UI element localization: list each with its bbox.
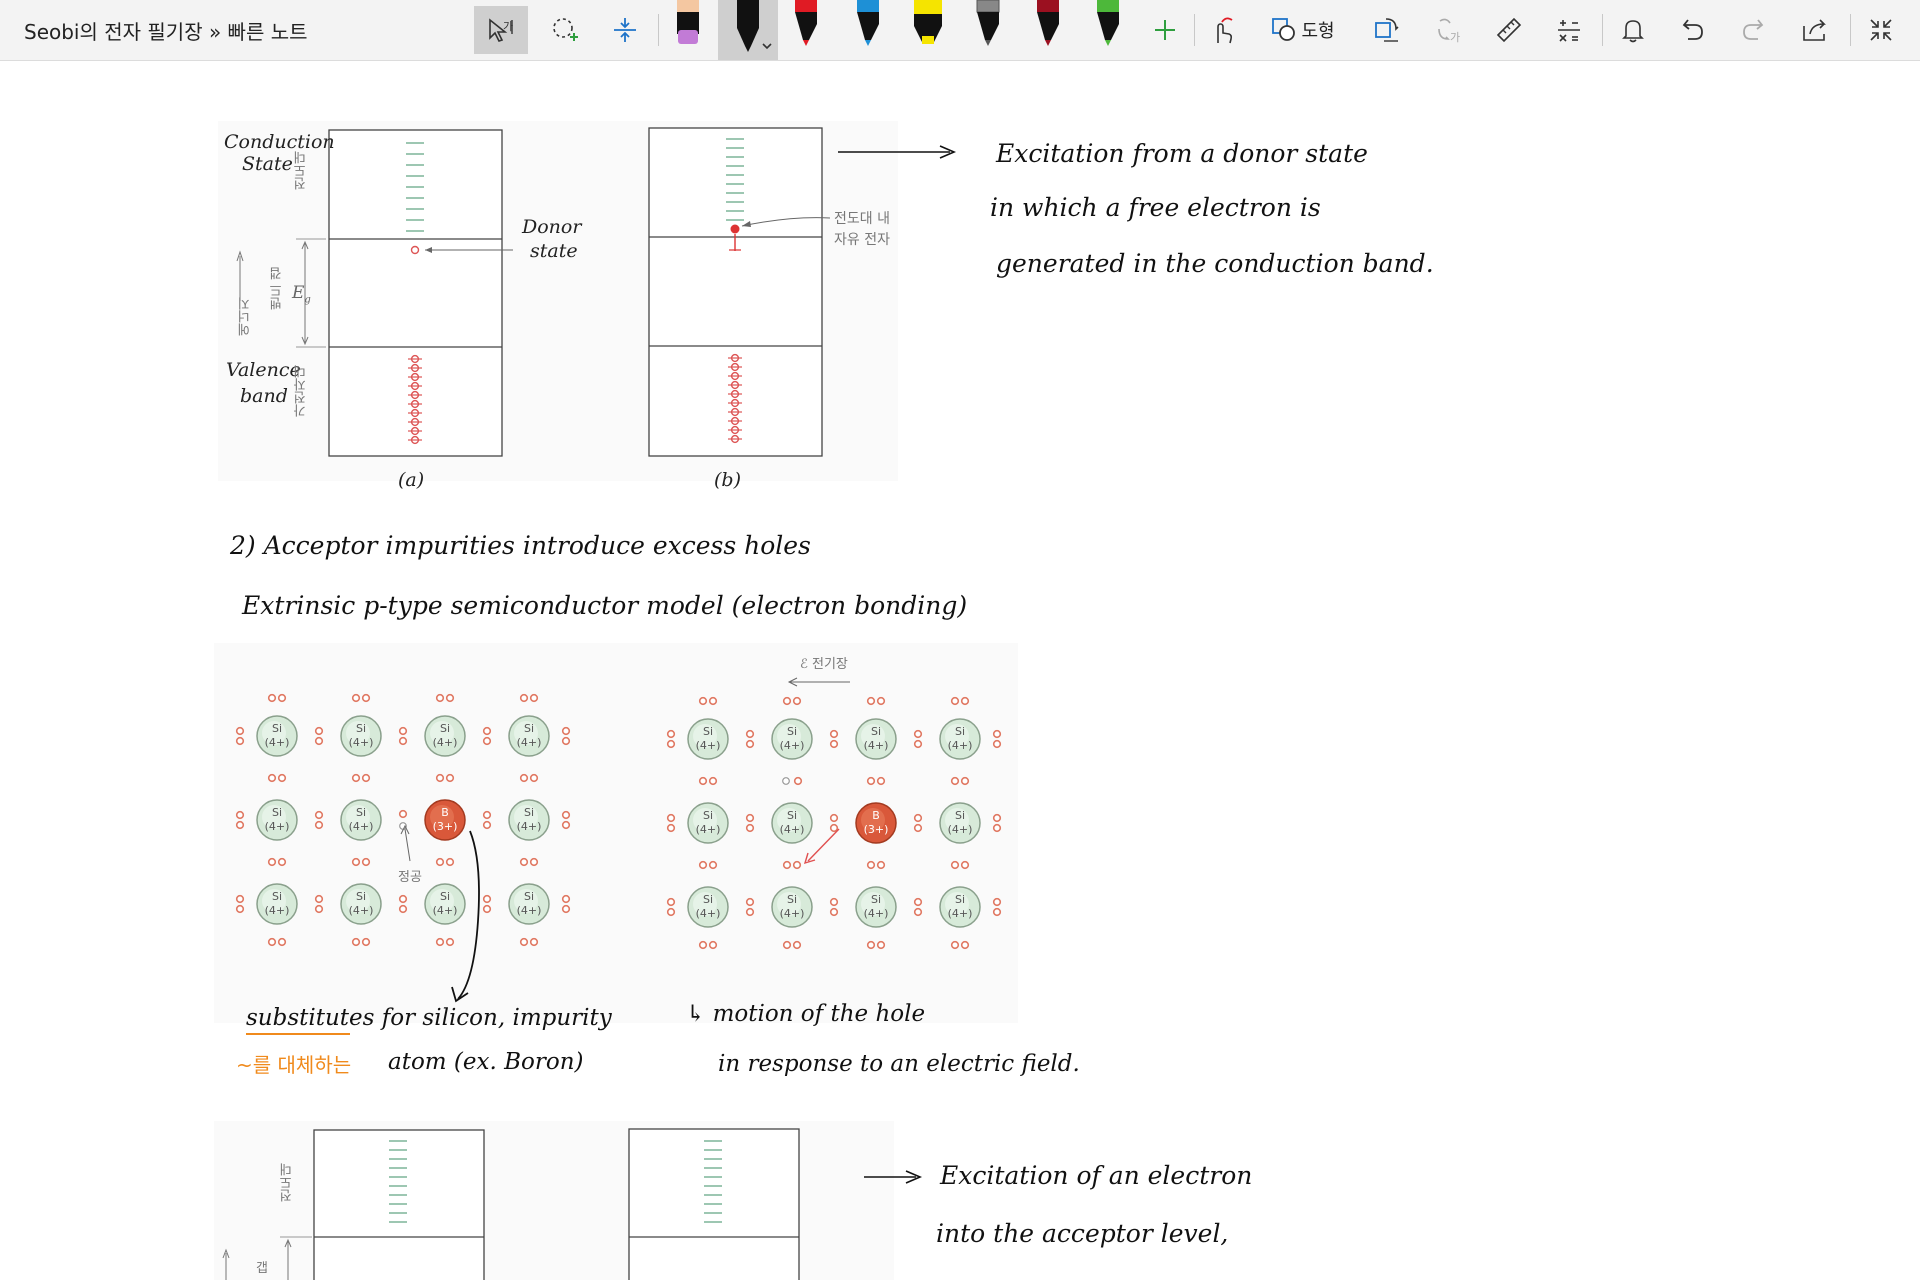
pen-icon: [795, 0, 817, 46]
add-pen-button[interactable]: [1138, 6, 1192, 54]
plus-icon: [1155, 20, 1175, 40]
exit-full-screen-button[interactable]: [1854, 6, 1908, 54]
insert-space-button[interactable]: [598, 6, 652, 54]
note3-line2: into the acceptor level,: [936, 1219, 1229, 1248]
ink-to-text-icon: 가: [1438, 18, 1460, 44]
svg-text:가: 가: [1450, 31, 1460, 44]
touch-draw-button[interactable]: [1196, 6, 1250, 54]
lasso-select-text-button[interactable]: 가: [474, 6, 528, 54]
note1-line3: generated in the conduction band.: [996, 249, 1434, 278]
valence-electron: [992, 897, 1002, 907]
valence-electron: [992, 739, 1002, 749]
valence-electron: [992, 907, 1002, 917]
toolbar-separator: [1194, 14, 1195, 46]
toolbar-separator: [658, 14, 659, 46]
select-text-icon: 가: [489, 18, 513, 42]
shapes-icon: [1272, 18, 1296, 41]
redo-button[interactable]: [1726, 6, 1780, 54]
gray-pen[interactable]: [968, 0, 1008, 48]
note1-line1: Excitation from a donor state: [996, 139, 1368, 168]
red-pen[interactable]: [786, 0, 826, 48]
pen-icon: [857, 0, 879, 46]
valence-electron: [960, 776, 970, 786]
dark-red-pen[interactable]: [1028, 0, 1068, 48]
ink-to-text-button[interactable]: 가: [1422, 6, 1476, 54]
gap-kr-label-2: 갭: [256, 1261, 268, 1276]
undo-button[interactable]: [1666, 6, 1720, 54]
shapes-label: 도형: [1301, 21, 1335, 42]
toolbar-separator: [1602, 14, 1603, 46]
math-button[interactable]: [1542, 6, 1596, 54]
insert-space-icon: [614, 18, 636, 42]
ruler-icon: [1496, 17, 1522, 43]
highlighter-icon: [914, 0, 942, 44]
valence-electron: [992, 823, 1002, 833]
share-button[interactable]: [1788, 6, 1842, 54]
note3-line1: Excitation of an electron: [940, 1161, 1253, 1190]
blue-pen[interactable]: [848, 0, 888, 48]
notebook-title: Seobi의 전자 필기장 » 빠른 노트: [24, 20, 308, 44]
note-canvas[interactable]: Conduction State 전도대 Donor state 에너지 밴드 …: [0, 61, 1920, 1280]
green-pen[interactable]: [1088, 0, 1128, 48]
pen-icon: [737, 0, 772, 52]
purple-highlighter-pen[interactable]: [668, 0, 708, 48]
lasso-select-button[interactable]: [538, 6, 592, 54]
collapse-icon: [1870, 19, 1892, 41]
pen-icon: [1097, 0, 1119, 46]
valence-electron: [960, 940, 970, 950]
math-icon: [1558, 20, 1580, 42]
valence-electron: [960, 696, 970, 706]
share-icon: [1803, 19, 1826, 41]
notifications-button[interactable]: [1606, 6, 1660, 54]
lasso-icon: [553, 18, 578, 41]
acceptor-band-diagram: [214, 1121, 923, 1280]
shapes-button[interactable]: 도형: [1262, 6, 1344, 54]
valence-electron: [960, 860, 970, 870]
highlighter-icon: [677, 0, 699, 44]
valence-electron: [992, 813, 1002, 823]
ruler-button[interactable]: [1482, 6, 1536, 54]
undo-icon: [1682, 19, 1703, 40]
pencil-icon: [976, 0, 1000, 46]
bell-icon: [1622, 20, 1644, 43]
toolbar-separator: [1850, 14, 1851, 46]
black-pen[interactable]: [718, 0, 778, 60]
ribbon-toolbar: Seobi의 전자 필기장 » 빠른 노트 가 도형 가: [0, 0, 1920, 61]
pen-icon: [1037, 0, 1059, 46]
redo-icon: [1743, 19, 1764, 40]
touch-draw-icon: [1217, 17, 1233, 44]
yellow-highlighter[interactable]: [908, 0, 948, 48]
ink-to-shape-icon: [1375, 18, 1399, 42]
valence-electron: [992, 729, 1002, 739]
conduction-band-kr-label-2: 전도대: [280, 1163, 295, 1202]
ink-to-shape-button[interactable]: [1360, 6, 1414, 54]
